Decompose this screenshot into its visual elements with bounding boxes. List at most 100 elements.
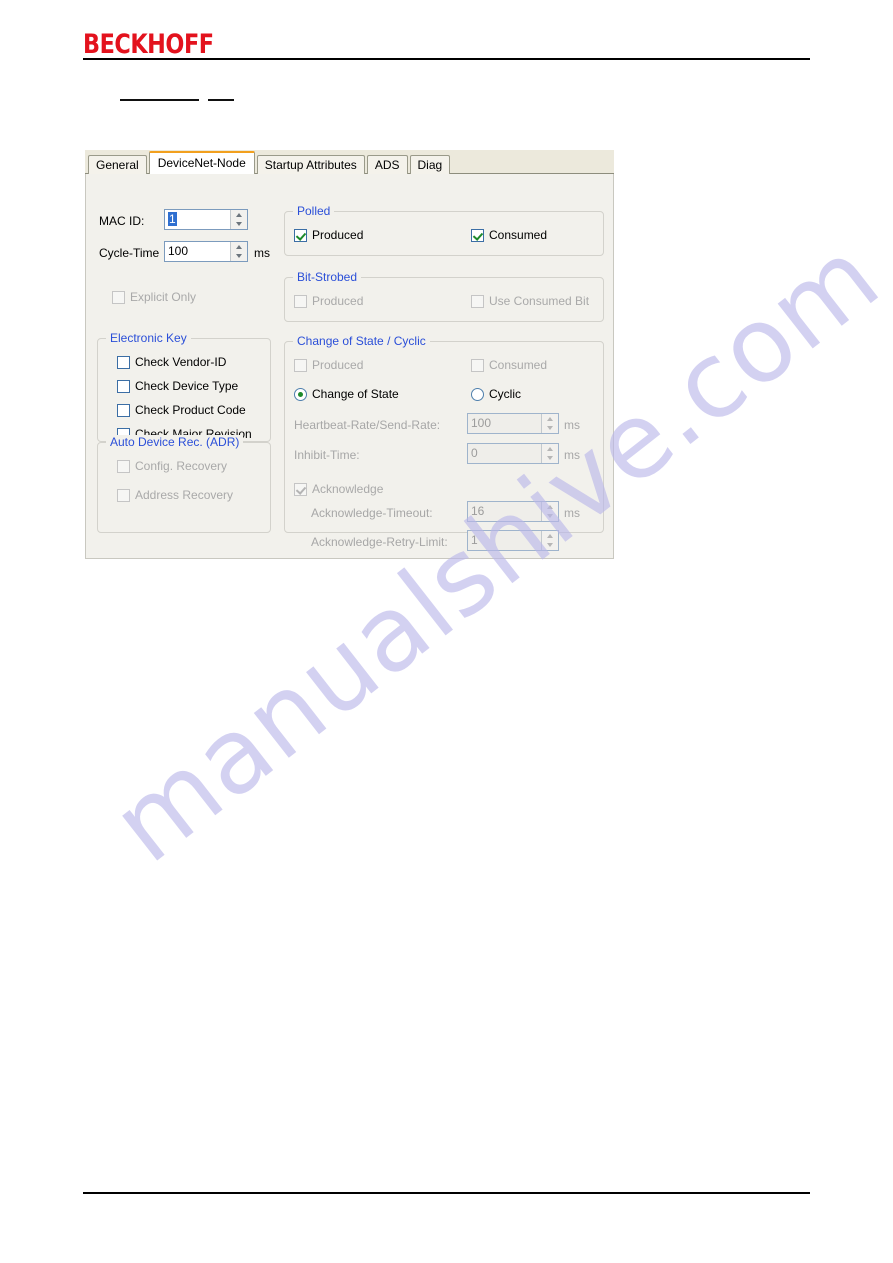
electronic-key-group-title: Electronic Key bbox=[106, 331, 191, 345]
bit-strobed-produced-checkbox[interactable]: Produced bbox=[294, 294, 363, 308]
spinner-up-icon[interactable] bbox=[542, 531, 558, 541]
acknowledge-timeout-spin-buttons[interactable] bbox=[541, 502, 558, 521]
spinner-up-icon[interactable] bbox=[542, 444, 558, 454]
radio-cyclic[interactable]: Cyclic bbox=[471, 387, 521, 401]
heading-redaction-segment-2 bbox=[208, 99, 234, 101]
heartbeat-rate-input[interactable]: 100 bbox=[468, 414, 541, 433]
cycle-time-spin-buttons[interactable] bbox=[230, 242, 247, 261]
polled-consumed-label: Consumed bbox=[489, 228, 548, 242]
tab-diag[interactable]: Diag bbox=[409, 155, 451, 174]
spinner-down-icon[interactable] bbox=[231, 252, 247, 262]
change-of-state-cyclic-group: Change of State / Cyclic Produced Consum… bbox=[284, 334, 604, 551]
acknowledge-retry-limit-spin-buttons[interactable] bbox=[541, 531, 558, 550]
check-product-code-label: Check Product Code bbox=[135, 403, 246, 417]
checkbox-box-icon bbox=[112, 290, 125, 304]
address-recovery-checkbox[interactable]: Address Recovery bbox=[117, 488, 233, 502]
checkbox-box-icon bbox=[294, 294, 307, 308]
check-vendor-id-label: Check Vendor-ID bbox=[135, 355, 227, 369]
acknowledge-retry-limit-label: Acknowledge-Retry-Limit: bbox=[311, 535, 448, 549]
explicit-only-checkbox[interactable]: Explicit Only bbox=[112, 290, 196, 304]
mac-id-label: MAC ID: bbox=[99, 214, 145, 228]
polled-produced-label: Produced bbox=[312, 228, 364, 242]
polled-group: Polled Produced Consumed bbox=[284, 204, 604, 256]
tab-strip: General DeviceNet-Node Startup Attribute… bbox=[85, 150, 614, 174]
checkbox-box-icon bbox=[117, 403, 130, 417]
tab-ads[interactable]: ADS bbox=[366, 155, 408, 174]
use-consumed-bit-checkbox[interactable]: Use Consumed Bit bbox=[471, 294, 589, 308]
check-vendor-id-checkbox[interactable]: Check Vendor-ID bbox=[117, 355, 226, 369]
auto-device-rec-group-title: Auto Device Rec. (ADR) bbox=[106, 435, 244, 449]
spinner-up-icon[interactable] bbox=[231, 242, 247, 252]
document-page: BECKHOFF General DeviceNet-Node Startup … bbox=[0, 0, 893, 1263]
checkbox-box-icon bbox=[471, 228, 484, 242]
tab-general[interactable]: General bbox=[88, 155, 147, 174]
radio-ring-icon bbox=[471, 387, 484, 401]
cycle-time-unit: ms bbox=[254, 246, 270, 260]
tab-startup-attributes[interactable]: Startup Attributes bbox=[256, 155, 365, 174]
spinner-down-icon[interactable] bbox=[542, 424, 558, 434]
checkbox-box-icon bbox=[471, 294, 484, 308]
check-device-type-label: Check Device Type bbox=[135, 379, 239, 393]
mac-id-spin-buttons[interactable] bbox=[230, 210, 247, 229]
heartbeat-rate-spin-buttons[interactable] bbox=[541, 414, 558, 433]
acknowledge-timeout-stepper[interactable]: 16 bbox=[467, 501, 559, 522]
acknowledge-label: Acknowledge bbox=[312, 482, 384, 496]
heartbeat-rate-label: Heartbeat-Rate/Send-Rate: bbox=[294, 418, 441, 432]
change-of-state-cyclic-group-title: Change of State / Cyclic bbox=[293, 334, 430, 348]
electronic-key-group: Electronic Key Check Vendor-ID Check Dev… bbox=[97, 331, 271, 442]
heartbeat-rate-stepper[interactable]: 100 bbox=[467, 413, 559, 434]
inhibit-time-label: Inhibit-Time: bbox=[294, 448, 360, 462]
heartbeat-rate-unit: ms bbox=[564, 418, 580, 432]
checkbox-box-icon bbox=[117, 459, 130, 473]
heading-redaction-segment-1 bbox=[120, 99, 199, 101]
bit-strobed-group-title: Bit-Strobed bbox=[293, 270, 362, 284]
spinner-down-icon[interactable] bbox=[542, 454, 558, 464]
mac-id-stepper[interactable]: 1 bbox=[164, 209, 248, 230]
mac-id-input[interactable]: 1 bbox=[165, 210, 230, 229]
header-rule bbox=[83, 58, 810, 60]
check-product-code-checkbox[interactable]: Check Product Code bbox=[117, 403, 246, 417]
cycle-time-stepper[interactable]: 100 bbox=[164, 241, 248, 262]
acknowledge-checkbox[interactable]: Acknowledge bbox=[294, 482, 383, 496]
spinner-down-icon[interactable] bbox=[542, 512, 558, 522]
polled-consumed-checkbox[interactable]: Consumed bbox=[471, 228, 547, 242]
explicit-only-label: Explicit Only bbox=[130, 290, 197, 304]
inhibit-time-unit: ms bbox=[564, 448, 580, 462]
tab-devicenet-node[interactable]: DeviceNet-Node bbox=[148, 151, 255, 174]
cos-produced-checkbox[interactable]: Produced bbox=[294, 358, 363, 372]
polled-produced-checkbox[interactable]: Produced bbox=[294, 228, 363, 242]
beckhoff-logo: BECKHOFF bbox=[83, 29, 214, 60]
config-recovery-checkbox[interactable]: Config. Recovery bbox=[117, 459, 227, 473]
cos-consumed-checkbox[interactable]: Consumed bbox=[471, 358, 547, 372]
inhibit-time-stepper[interactable]: 0 bbox=[467, 443, 559, 464]
inhibit-time-spin-buttons[interactable] bbox=[541, 444, 558, 463]
acknowledge-retry-limit-input[interactable]: 1 bbox=[468, 531, 541, 550]
acknowledge-timeout-unit: ms bbox=[564, 506, 580, 520]
radio-change-of-state-label: Change of State bbox=[312, 387, 399, 401]
address-recovery-label: Address Recovery bbox=[135, 488, 234, 502]
checkbox-box-icon bbox=[294, 482, 307, 496]
checkbox-box-icon bbox=[294, 228, 307, 242]
polled-group-title: Polled bbox=[293, 204, 335, 218]
checkbox-box-icon bbox=[117, 379, 130, 393]
checkbox-box-icon bbox=[294, 358, 307, 372]
acknowledge-timeout-label: Acknowledge-Timeout: bbox=[311, 506, 433, 520]
cos-consumed-label: Consumed bbox=[489, 358, 548, 372]
spinner-up-icon[interactable] bbox=[542, 502, 558, 512]
spinner-up-icon[interactable] bbox=[231, 210, 247, 220]
spinner-down-icon[interactable] bbox=[231, 220, 247, 230]
radio-ring-icon bbox=[294, 387, 307, 401]
inhibit-time-input[interactable]: 0 bbox=[468, 444, 541, 463]
cycle-time-label: Cycle-Time bbox=[99, 246, 160, 260]
acknowledge-retry-limit-stepper[interactable]: 1 bbox=[467, 530, 559, 551]
checkbox-box-icon bbox=[117, 488, 130, 502]
footer-rule bbox=[83, 1192, 810, 1194]
check-device-type-checkbox[interactable]: Check Device Type bbox=[117, 379, 238, 393]
radio-change-of-state[interactable]: Change of State bbox=[294, 387, 399, 401]
cycle-time-input[interactable]: 100 bbox=[165, 242, 230, 261]
config-recovery-label: Config. Recovery bbox=[135, 459, 228, 473]
acknowledge-timeout-input[interactable]: 16 bbox=[468, 502, 541, 521]
spinner-down-icon[interactable] bbox=[542, 541, 558, 551]
checkbox-box-icon bbox=[117, 355, 130, 369]
spinner-up-icon[interactable] bbox=[542, 414, 558, 424]
